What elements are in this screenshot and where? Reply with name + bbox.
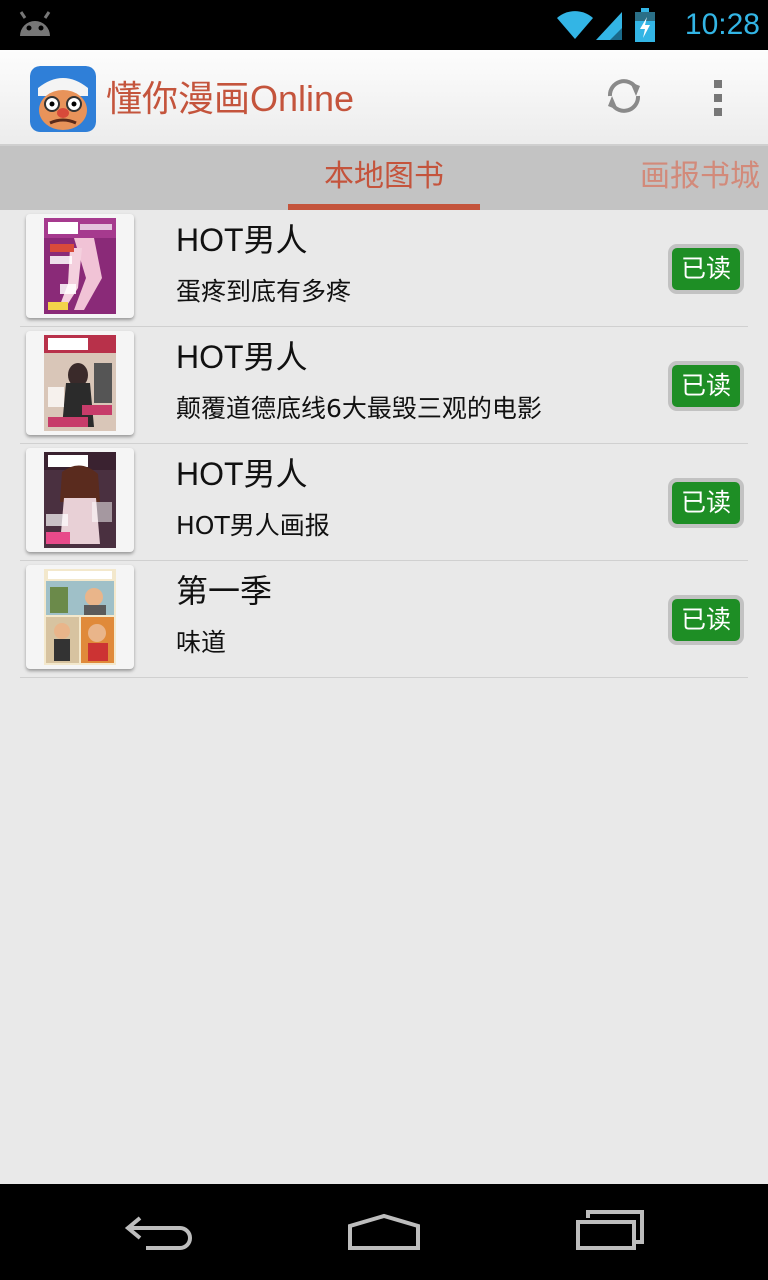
read-status-button[interactable]: 已读 [668,595,744,645]
read-status-button[interactable]: 已读 [668,244,744,294]
navigation-bar [0,1184,768,1280]
cover-image [44,452,116,548]
tab-strip: 本地图书 画报书城 [0,146,768,210]
cover-frame [26,565,134,669]
book-subtitle: 味道 [176,628,227,657]
signal-icon [596,12,622,40]
action-bar: 懂你漫画Online [0,50,768,146]
status-clock: 10:28 [684,8,760,41]
home-icon[interactable] [346,1212,422,1252]
list-item[interactable]: HOT男人 蛋疼到底有多疼 已读 [20,210,748,327]
book-title: HOT男人 [176,222,308,258]
list-item[interactable]: 第一季 味道 已读 [20,561,748,678]
tab-local-books[interactable]: 本地图书 [288,146,480,210]
read-status-button[interactable]: 已读 [668,478,744,528]
book-list: HOT男人 蛋疼到底有多疼 已读 HOT男人 颠覆道德底线6大最毁三观的电影 已… [0,210,768,678]
book-subtitle: HOT男人画报 [176,511,330,540]
refresh-icon[interactable] [600,72,648,120]
read-status-button[interactable]: 已读 [668,361,744,411]
cover-image [44,335,116,431]
overflow-menu-icon[interactable] [704,76,732,120]
back-icon[interactable] [122,1212,196,1252]
list-item[interactable]: HOT男人 HOT男人画报 已读 [20,444,748,561]
cover-frame [26,448,134,552]
tab-magazine-store[interactable]: 画报书城 [640,146,768,210]
cover-frame [26,331,134,435]
app-icon[interactable] [30,66,96,132]
wifi-icon [557,11,593,39]
book-title: 第一季 [176,573,273,609]
book-subtitle: 颠覆道德底线6大最毁三观的电影 [176,394,542,423]
book-subtitle: 蛋疼到底有多疼 [176,277,352,306]
cover-image [44,569,116,665]
list-item[interactable]: HOT男人 颠覆道德底线6大最毁三观的电影 已读 [20,327,748,444]
cover-frame [26,214,134,318]
android-icon [19,11,51,36]
app-title: 懂你漫画Online [106,78,355,119]
battery-charging-icon [635,8,655,42]
status-bar: 10:28 [0,0,768,50]
cover-image [44,218,116,314]
book-title: HOT男人 [176,339,308,375]
book-title: HOT男人 [176,456,308,492]
recent-apps-icon[interactable] [574,1208,646,1252]
